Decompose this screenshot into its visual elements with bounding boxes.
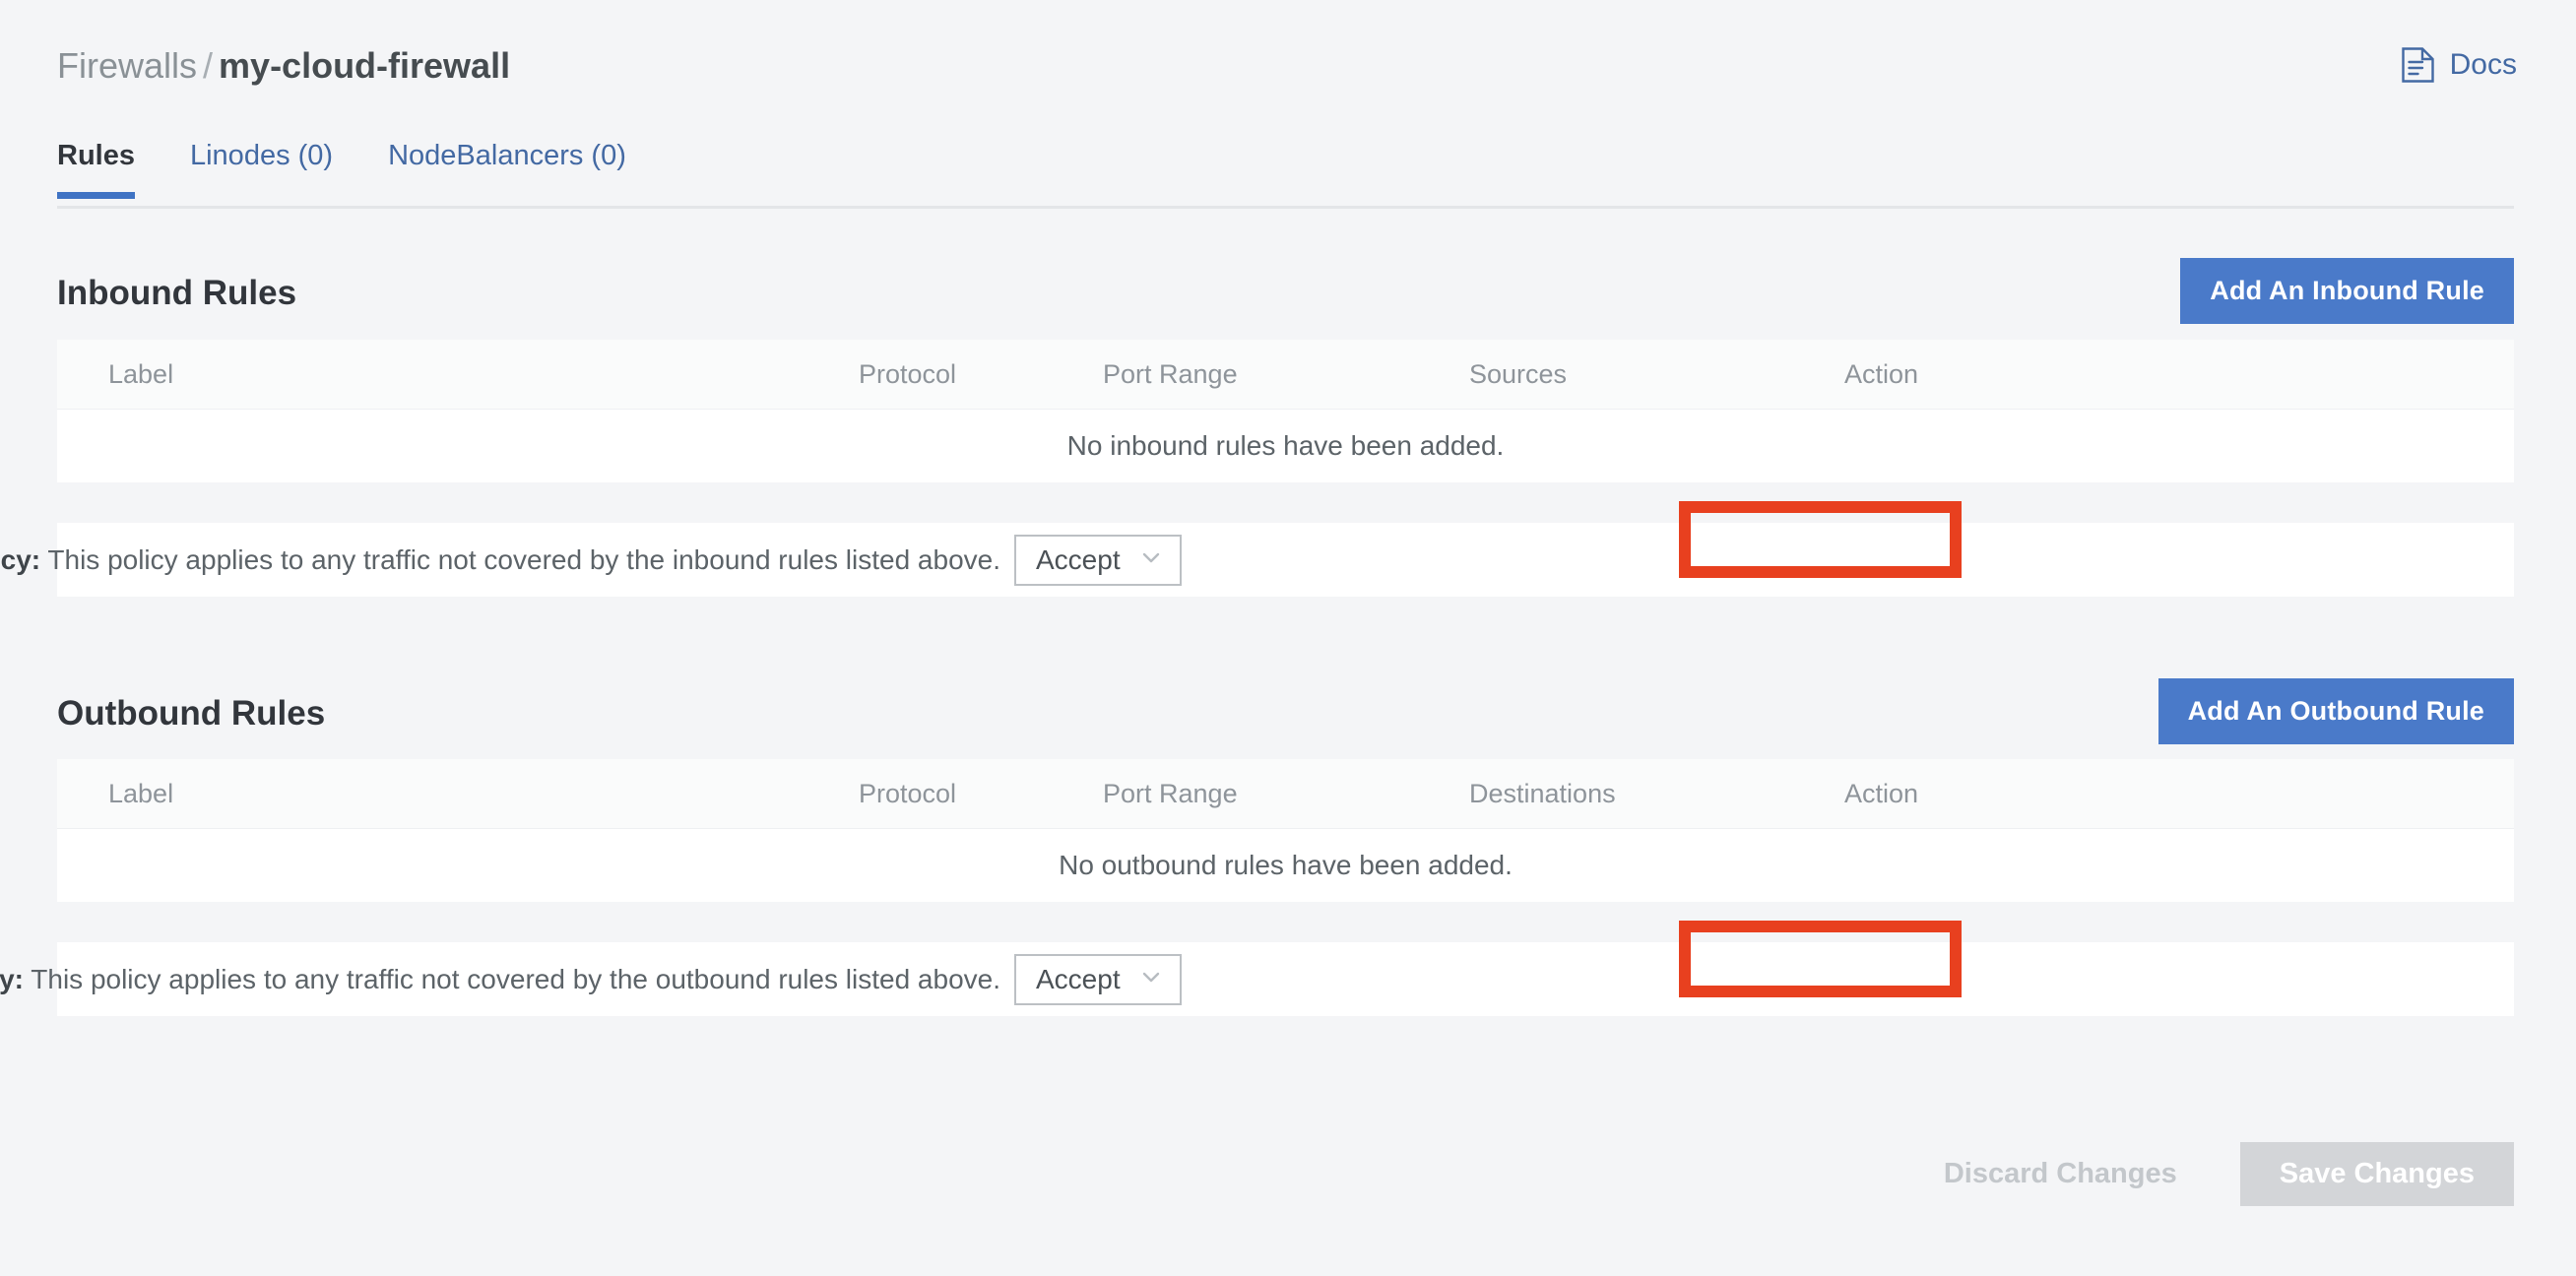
inbound-policy-select-value: Accept xyxy=(1036,543,1121,575)
footer-actions: Discard Changes Save Changes xyxy=(1920,1142,2514,1206)
inbound-policy-label: Default inbound policy: xyxy=(0,543,41,575)
outbound-rules-section: Outbound Rules Add An Outbound Rule xyxy=(0,678,2576,765)
outbound-empty-row: No outbound rules have been added. xyxy=(57,829,2514,902)
inbound-policy-select-wrap: Accept xyxy=(1014,534,1182,586)
tab-bar-divider xyxy=(57,206,2514,209)
breadcrumb-separator: / xyxy=(203,45,214,86)
breadcrumb: Firewalls / my-cloud-firewall xyxy=(57,44,510,88)
outbound-section-header: Outbound Rules Add An Outbound Rule xyxy=(0,678,2576,765)
inbound-column-port-range: Port Range xyxy=(1103,359,1238,389)
outbound-column-protocol: Protocol xyxy=(859,779,957,808)
outbound-policy-select-wrap: Accept xyxy=(1014,953,1182,1005)
tab-bar: Rules Linodes (0) NodeBalancers (0) xyxy=(57,138,681,199)
inbound-column-protocol: Protocol xyxy=(859,359,957,389)
outbound-policy-select[interactable]: Accept xyxy=(1014,953,1182,1005)
outbound-section-title: Outbound Rules xyxy=(57,694,326,733)
breadcrumb-current-firewall: my-cloud-firewall xyxy=(219,45,511,86)
inbound-empty-row: No inbound rules have been added. xyxy=(57,410,2514,482)
inbound-rules-table: Label Protocol Port Range Sources Action… xyxy=(57,340,2514,482)
docs-link[interactable]: Docs xyxy=(2401,47,2517,83)
breadcrumb-firewalls-link[interactable]: Firewalls xyxy=(57,45,197,86)
inbound-column-sources: Sources xyxy=(1469,359,1568,389)
inbound-empty-message: No inbound rules have been added. xyxy=(1066,430,1505,461)
outbound-policy-select-value: Accept xyxy=(1036,963,1121,994)
add-outbound-rule-button[interactable]: Add An Outbound Rule xyxy=(2157,678,2514,744)
inbound-policy-select[interactable]: Accept xyxy=(1014,534,1182,586)
add-inbound-rule-button[interactable]: Add An Inbound Rule xyxy=(2180,258,2514,324)
inbound-section-title: Inbound Rules xyxy=(57,274,297,312)
inbound-column-action: Action xyxy=(1844,359,1919,389)
outbound-policy-text: Default outbound policy: This policy app… xyxy=(0,964,1000,995)
inbound-policy-description: This policy applies to any traffic not c… xyxy=(47,543,1000,575)
inbound-section-header: Inbound Rules Add An Inbound Rule xyxy=(0,258,2576,345)
inbound-policy-text: Default inbound policy: This policy appl… xyxy=(0,544,1000,576)
tab-linodes-label: Linodes (0) xyxy=(189,140,334,171)
chevron-down-icon xyxy=(1140,547,1162,569)
save-changes-button[interactable]: Save Changes xyxy=(2239,1142,2514,1206)
docs-label: Docs xyxy=(2449,48,2517,81)
outbound-default-policy-row: Default outbound policy: This policy app… xyxy=(0,942,2514,1016)
outbound-policy-label: Default outbound policy: xyxy=(0,963,24,994)
outbound-table-header-row: Label Protocol Port Range Destinations A… xyxy=(57,759,2514,829)
discard-changes-button[interactable]: Discard Changes xyxy=(1920,1142,2201,1206)
outbound-rules-table: Label Protocol Port Range Destinations A… xyxy=(57,759,2514,902)
outbound-column-destinations: Destinations xyxy=(1469,779,1616,808)
tab-rules[interactable]: Rules xyxy=(57,138,135,199)
tab-linodes[interactable]: Linodes (0) xyxy=(190,138,333,199)
tab-nodebalancers-label: NodeBalancers (0) xyxy=(388,140,626,171)
document-icon xyxy=(2401,47,2434,83)
inbound-default-policy-row: Default inbound policy: This policy appl… xyxy=(0,523,2514,597)
tab-rules-label: Rules xyxy=(57,140,135,171)
outbound-column-action: Action xyxy=(1844,779,1919,808)
chevron-down-icon xyxy=(1140,967,1162,989)
firewall-rules-page: Firewalls / my-cloud-firewall Docs Rules L… xyxy=(0,0,2576,1276)
tab-nodebalancers[interactable]: NodeBalancers (0) xyxy=(388,138,626,199)
outbound-column-label: Label xyxy=(108,779,174,808)
inbound-column-label: Label xyxy=(108,359,174,389)
outbound-empty-message: No outbound rules have been added. xyxy=(1059,850,1513,880)
inbound-rules-section: Inbound Rules Add An Inbound Rule xyxy=(0,258,2576,345)
inbound-table-header-row: Label Protocol Port Range Sources Action xyxy=(57,340,2514,410)
outbound-column-port-range: Port Range xyxy=(1103,779,1238,808)
outbound-policy-description: This policy applies to any traffic not c… xyxy=(31,963,1000,994)
